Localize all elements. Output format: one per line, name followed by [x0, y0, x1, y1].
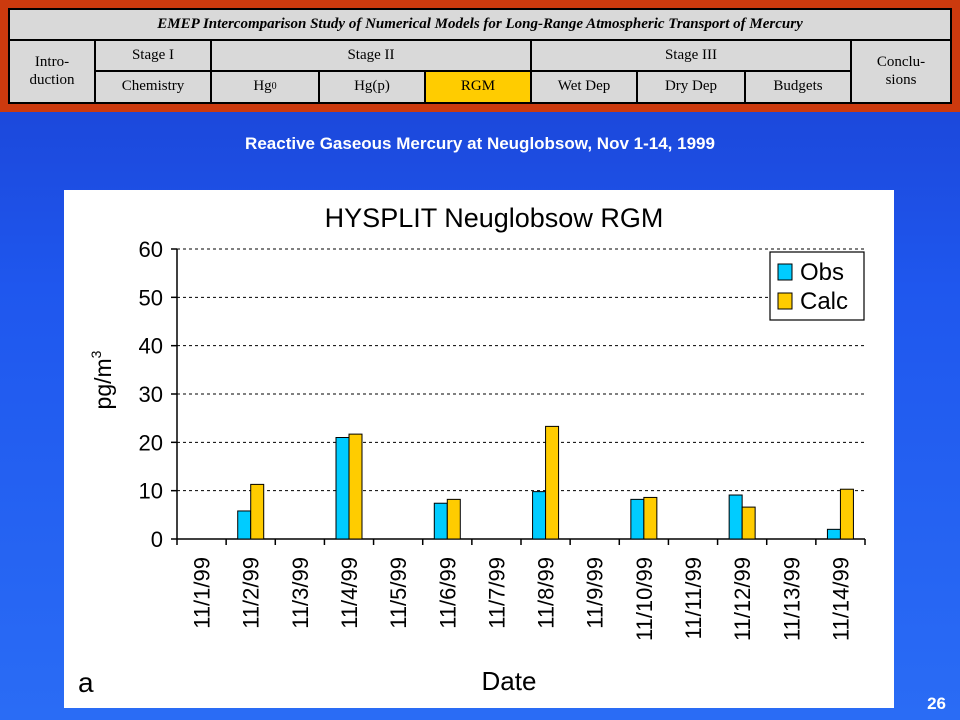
y-tick-label: 10 — [139, 479, 163, 504]
y-tick-label: 20 — [139, 430, 163, 455]
legend-label-calc: Calc — [800, 288, 848, 315]
x-tick-label: 11/3/99 — [288, 557, 313, 629]
hg0-label: Hg — [253, 78, 272, 95]
bar-calc — [839, 488, 854, 540]
nav-tab-conclusions[interactable]: Conclu- sions — [852, 41, 950, 102]
x-tick-label: 11/4/99 — [337, 557, 362, 629]
x-tick-label: 11/14/99 — [828, 557, 853, 641]
bar-calc — [446, 498, 461, 540]
y-tick-label: 30 — [139, 382, 163, 407]
bar-calc — [643, 496, 658, 540]
bar-calc — [250, 483, 265, 540]
x-tick-label: 11/6/99 — [435, 557, 460, 629]
legend-swatch-obs — [777, 263, 793, 281]
x-tick-label: 11/8/99 — [534, 557, 559, 629]
bar-obs — [826, 528, 841, 540]
y-axis-label-superscript: 3 — [88, 350, 104, 358]
y-tick-label: 0 — [151, 527, 163, 552]
legend-label-obs: Obs — [800, 259, 844, 286]
nav-tab-rgm[interactable]: RGM — [426, 72, 530, 102]
nav-tab-hgp[interactable]: Hg(p) — [320, 72, 424, 102]
x-tick-label: 11/13/99 — [779, 557, 804, 641]
bar-calc — [741, 506, 756, 540]
y-tick-label: 40 — [139, 334, 163, 359]
bar-calc — [348, 433, 363, 540]
nav-tab-wet-dep[interactable]: Wet Dep — [532, 72, 636, 102]
chart-title: HYSPLIT Neuglobsow RGM — [325, 203, 664, 233]
x-tick-label: 11/5/99 — [386, 557, 411, 629]
bar-obs — [630, 498, 645, 540]
y-axis-label: pg/m3 — [88, 350, 116, 409]
nav-tab-budgets[interactable]: Budgets — [746, 72, 850, 102]
chart-panel: HYSPLIT Neuglobsow RGM 0 10 20 30 40 50 60 11/1/… — [64, 190, 894, 708]
bar-obs — [335, 437, 350, 540]
nav-tab-introduction[interactable]: Intro- duction — [10, 41, 94, 102]
bar-obs — [532, 491, 547, 540]
nav-tab-dry-dep[interactable]: Dry Dep — [638, 72, 744, 102]
navigation-grid: EMEP Intercomparison Study of Numerical … — [8, 8, 952, 104]
slide-title: Reactive Gaseous Mercury at Neuglobsow, … — [245, 134, 715, 153]
legend-swatch-calc — [777, 292, 793, 310]
nav-title: EMEP Intercomparison Study of Numerical … — [10, 10, 950, 39]
y-tick-label: 60 — [139, 237, 163, 262]
nav-tab-hg0[interactable]: Hg 0 — [212, 72, 318, 102]
x-tick-label: 11/7/99 — [484, 557, 509, 629]
bar-obs — [237, 510, 252, 540]
x-tick-label: 11/9/99 — [583, 557, 608, 629]
panel-label: a — [78, 667, 94, 698]
x-tick-label: 11/2/99 — [239, 557, 264, 629]
chart-svg: HYSPLIT Neuglobsow RGM 0 10 20 30 40 50 60 11/1/… — [78, 203, 866, 698]
bar-calc — [545, 425, 560, 540]
bar-obs — [728, 494, 743, 540]
nav-tab-stage-3[interactable]: Stage III — [532, 41, 850, 70]
y-tick-label: 50 — [139, 285, 163, 310]
bar-obs — [433, 502, 448, 540]
nav-tab-stage-1[interactable]: Stage I — [96, 41, 210, 70]
x-tick-label: 11/12/99 — [730, 557, 755, 641]
x-tick-label: 11/11/99 — [681, 557, 706, 639]
x-axis-label: Date — [482, 666, 537, 696]
nav-tab-chemistry[interactable]: Chemistry — [96, 72, 210, 102]
page-number: 26 — [927, 694, 946, 713]
x-tick-label: 11/10/99 — [632, 557, 657, 641]
x-tick-label: 11/1/99 — [190, 557, 215, 629]
navigation-frame: EMEP Intercomparison Study of Numerical … — [0, 0, 960, 112]
y-axis-label-base: pg/m — [90, 358, 116, 409]
nav-tab-stage-2[interactable]: Stage II — [212, 41, 530, 70]
